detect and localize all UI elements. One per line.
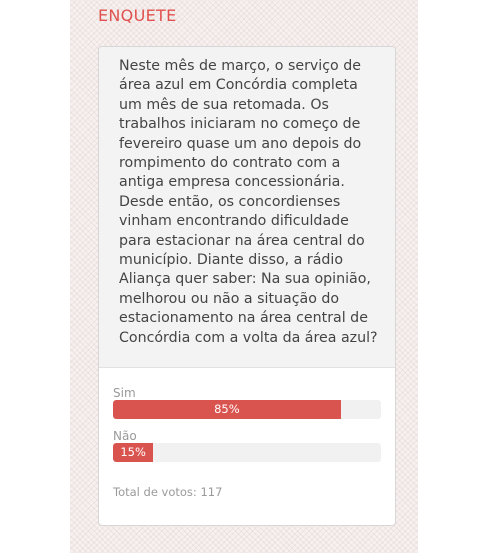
poll-section-title: ENQUETE — [98, 6, 177, 25]
poll-question-box: Neste mês de março, o serviço de área az… — [99, 47, 395, 368]
poll-bar-fill: 15% — [113, 443, 154, 462]
poll-total-votes: Total de votos: 117 — [113, 485, 223, 499]
poll-bar-percent-label: 85% — [214, 402, 240, 416]
poll-option-label: Não — [113, 429, 137, 443]
poll-results: Sim 85% Não 15% Total de votos: 117 — [99, 368, 395, 499]
poll-question: Neste mês de março, o serviço de área az… — [119, 58, 378, 346]
poll-option-yes: Sim 85% — [113, 386, 381, 419]
poll-option-no: Não 15% — [113, 429, 381, 462]
poll-option-label: Sim — [113, 386, 136, 400]
poll-bar-fill: 85% — [113, 400, 341, 419]
poll-bar-percent-label: 15% — [120, 445, 146, 459]
poll-card: Neste mês de março, o serviço de área az… — [98, 46, 396, 526]
poll-bar-track: 15% — [113, 443, 381, 462]
poll-bar-track: 85% — [113, 400, 381, 419]
